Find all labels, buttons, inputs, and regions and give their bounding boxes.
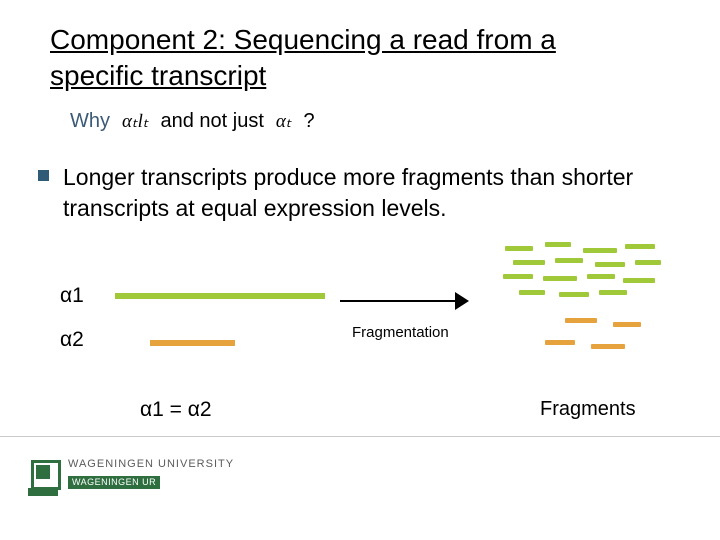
fragment (519, 290, 545, 295)
and-not-just: and not just (160, 110, 263, 133)
fragment (625, 244, 655, 249)
bullet-item: Longer transcripts produce more fragment… (38, 162, 678, 224)
expr-alpha-l: αₜlₜ (122, 110, 148, 133)
fragment (545, 242, 571, 247)
question-mark: ? (303, 110, 314, 133)
slide-title: Component 2: Sequencing a read from a sp… (50, 22, 670, 95)
title-line2: specific transcript (50, 60, 266, 91)
fragment (503, 274, 533, 279)
fragment (543, 276, 577, 281)
transcript-2-bar (150, 340, 235, 346)
arrow-icon (340, 280, 470, 320)
bullet-text: Longer transcripts produce more fragment… (63, 162, 678, 224)
fragment (545, 340, 575, 345)
logo-university: WAGENINGEN UNIVERSITY (68, 458, 234, 471)
expr-alpha: αₜ (276, 110, 292, 133)
fragment (555, 258, 583, 263)
alpha1-label: α1 (60, 284, 84, 308)
fragmentation-label: Fragmentation (352, 324, 449, 341)
wageningen-logo: WAGENINGEN UNIVERSITY WAGENINGEN UR (28, 458, 234, 496)
fragment (505, 246, 533, 251)
fragment (613, 322, 641, 327)
slide: Component 2: Sequencing a read from a sp… (0, 0, 720, 540)
fragment (635, 260, 661, 265)
fragment (591, 344, 625, 349)
equation: α1 = α2 (140, 398, 212, 422)
divider (0, 436, 720, 437)
title-line1: Component 2: Sequencing a read from a (50, 24, 556, 55)
logo-icon (28, 458, 58, 496)
bullet-icon (38, 170, 49, 181)
fragment (587, 274, 615, 279)
fragments-label: Fragments (540, 398, 636, 421)
fragment (595, 262, 625, 267)
transcript-1-bar (115, 293, 325, 299)
fragment (599, 290, 627, 295)
fragment (623, 278, 655, 283)
question-line: Why αₜlₜ and not just αₜ ? (70, 110, 630, 133)
fragment-pile (495, 240, 685, 380)
logo-ur: WAGENINGEN UR (68, 476, 160, 489)
transcript-labels: α1 α2 (60, 284, 84, 352)
fragment (565, 318, 597, 323)
fragment (583, 248, 617, 253)
alpha2-label: α2 (60, 328, 84, 352)
why-label: Why (70, 110, 110, 133)
fragment (513, 260, 545, 265)
fragment (559, 292, 589, 297)
